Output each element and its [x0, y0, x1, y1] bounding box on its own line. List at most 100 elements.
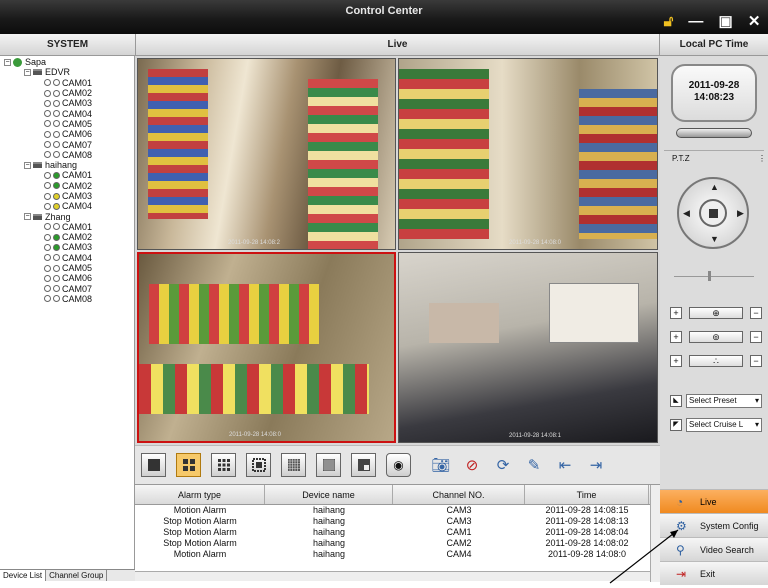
focus-out-button[interactable]: −	[750, 331, 762, 343]
fullscreen-button[interactable]	[351, 453, 376, 477]
tree-camera-item[interactable]: CAM06	[0, 273, 134, 283]
table-row[interactable]: Stop Motion Alarm haihang CAM2 2011-09-28 1…	[135, 538, 660, 549]
record-status-icon	[44, 254, 51, 262]
cruise-select[interactable]: Select Cruise L ▾	[686, 418, 762, 432]
tree-camera-item[interactable]: CAM01	[0, 222, 134, 232]
ptz-joystick[interactable]: ▲ ▼ ◀ ▶	[677, 177, 749, 249]
tree-camera-item[interactable]: CAM04	[0, 253, 134, 263]
menu-live[interactable]: ◔ Live	[660, 489, 768, 513]
tree-camera-item[interactable]: CAM05	[0, 119, 134, 129]
lock-icon[interactable]: 🔓︎	[664, 13, 674, 30]
restore-icon[interactable]: ▣	[719, 12, 733, 30]
iris-row: + ∴ −	[670, 354, 762, 368]
ptz-collapse-icon[interactable]: ⋮	[758, 154, 766, 163]
layout-1-icon	[147, 459, 160, 471]
zoom-in-button[interactable]: +	[670, 307, 682, 319]
layout-9-button[interactable]	[211, 453, 236, 477]
video-search-icon: ⚲	[676, 542, 685, 557]
snapshot-button[interactable]: 📷︎	[430, 454, 452, 476]
camera-status-icon	[53, 233, 60, 241]
tab-device-list[interactable]: Device List	[0, 570, 47, 581]
refresh-button[interactable]: ⟳	[492, 454, 514, 476]
prev-page-button[interactable]: ⇤	[554, 454, 576, 476]
preset-select[interactable]: Select Preset ▾	[686, 394, 762, 408]
ptz-right-icon[interactable]: ▶	[737, 208, 744, 219]
cruise-icon[interactable]: ◤	[670, 419, 682, 431]
layout-9-icon	[217, 459, 230, 471]
tree-device-item[interactable]: − EDVR	[0, 67, 134, 77]
preset-icon[interactable]: ◣	[670, 395, 682, 407]
horizontal-scrollbar[interactable]	[135, 571, 650, 581]
video-channel-1[interactable]: 2011-09-28 14:08:2	[137, 58, 396, 250]
layout-25-button[interactable]	[281, 453, 306, 477]
tree-camera-item[interactable]: CAM02	[0, 232, 134, 242]
video-channel-4[interactable]: 2011-09-28 14:08:1	[398, 252, 658, 443]
camera-status-icon	[53, 141, 60, 149]
menu-exit[interactable]: ⇥ Exit	[660, 561, 768, 585]
tree-camera-item[interactable]: CAM07	[0, 139, 134, 150]
menu-system-config[interactable]: ⚙ System Config	[660, 513, 768, 537]
close-icon[interactable]: ✕	[748, 12, 761, 30]
tree-camera-item[interactable]: CAM03	[0, 242, 134, 252]
table-row[interactable]: Stop Motion Alarm haihang CAM3 2011-09-28 1…	[135, 516, 660, 527]
record-status-icon	[44, 274, 51, 282]
record-button[interactable]: ✎	[523, 454, 545, 476]
focus-in-button[interactable]: +	[670, 331, 682, 343]
iris-open-button[interactable]: +	[670, 355, 682, 367]
stop-preview-button[interactable]: ⊘	[461, 454, 483, 476]
tree-root-item[interactable]: − Sapa	[0, 57, 134, 67]
tree-camera-item[interactable]: CAM06	[0, 129, 134, 139]
tab-channel-group[interactable]: Channel Group	[46, 570, 108, 581]
expand-icon[interactable]: −	[4, 58, 11, 66]
col-time[interactable]: Time	[525, 485, 649, 504]
tree-camera-item[interactable]: CAM03	[0, 191, 134, 201]
ptz-center-button[interactable]	[699, 199, 727, 227]
tree-device-item[interactable]: − haihang	[0, 160, 134, 170]
layout-16-button[interactable]	[246, 453, 271, 477]
expand-icon[interactable]: −	[24, 161, 31, 169]
zoom-out-button[interactable]: −	[750, 307, 762, 319]
tree-camera-item[interactable]: CAM03	[0, 98, 134, 108]
video-channel-3[interactable]: 2011-09-28 14:08:0	[137, 252, 396, 443]
tree-device-item[interactable]: − Zhang	[0, 211, 134, 222]
tree-camera-item[interactable]: CAM04	[0, 108, 134, 119]
zoom-icon: ⊕	[689, 307, 743, 319]
col-channel-no[interactable]: Channel NO.	[393, 485, 525, 504]
col-device-name[interactable]: Device name	[265, 485, 393, 504]
menu-video-search[interactable]: ⚲ Video Search	[660, 537, 768, 561]
tree-camera-item[interactable]: CAM08	[0, 150, 134, 160]
table-row[interactable]: Motion Alarm haihang CAM3 2011-09-28 14:08:…	[135, 505, 660, 516]
layout-1-button[interactable]	[141, 453, 166, 477]
tree-camera-item[interactable]: CAM07	[0, 284, 134, 294]
tree-camera-item[interactable]: CAM01	[0, 78, 134, 88]
ptz-up-icon[interactable]: ▲	[710, 182, 719, 192]
table-row[interactable]: Motion Alarm haihang CAM4 2011-09-28 14:08:…	[135, 549, 660, 560]
ptz-left-icon[interactable]: ◀	[683, 208, 690, 219]
layout-36-button[interactable]	[316, 453, 341, 477]
ptz-speed-slider[interactable]	[708, 271, 711, 281]
table-cell: haihang	[312, 549, 346, 559]
audio-button[interactable]: ◉	[386, 453, 411, 477]
time-sync-bar[interactable]	[676, 128, 752, 138]
table-row[interactable]: Stop Motion Alarm haihang CAM1 2011-09-28 1…	[135, 527, 660, 538]
camera-status-icon	[53, 285, 60, 293]
iris-close-button[interactable]: −	[750, 355, 762, 367]
expand-icon[interactable]: −	[24, 68, 31, 76]
ptz-down-icon[interactable]: ▼	[710, 234, 719, 244]
tree-camera-item[interactable]: CAM08	[0, 294, 134, 304]
tree-camera-item[interactable]: CAM04	[0, 201, 134, 211]
tree-camera-item[interactable]: CAM05	[0, 263, 134, 273]
tree-camera-item[interactable]: CAM02	[0, 181, 134, 191]
record-status-icon	[44, 99, 51, 107]
tree-camera-item[interactable]: CAM02	[0, 88, 134, 98]
vertical-scrollbar[interactable]	[650, 485, 660, 582]
tree-camera-item[interactable]: CAM01	[0, 170, 134, 180]
table-cell: haihang	[312, 538, 346, 548]
camera-status-icon	[53, 274, 60, 282]
minimize-icon[interactable]: —	[688, 13, 703, 30]
layout-4-button[interactable]	[176, 453, 201, 477]
expand-icon[interactable]: −	[24, 213, 31, 221]
col-alarm-type[interactable]: Alarm type	[135, 485, 265, 504]
video-channel-2[interactable]: 2011-09-28 14:08:0	[398, 58, 658, 250]
next-page-button[interactable]: ⇥	[585, 454, 607, 476]
